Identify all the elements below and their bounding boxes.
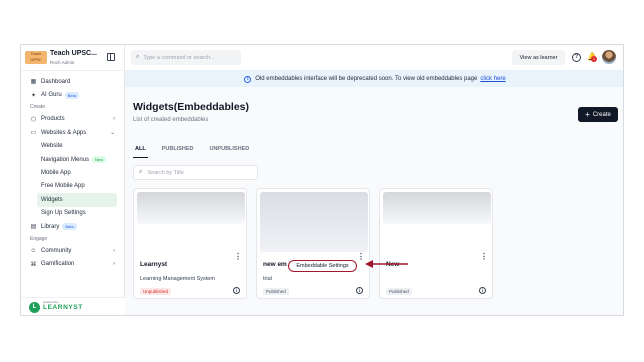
info-icon[interactable]: i — [479, 287, 486, 294]
help-icon[interactable]: ? — [572, 53, 581, 62]
new-badge: New — [92, 156, 107, 164]
sidebar: Teach UPSC Teach UPSC... Roch Admin ▦ Da… — [21, 45, 125, 315]
school-logo: Teach UPSC — [25, 51, 47, 64]
search-icon: ⌕ — [139, 169, 143, 175]
sidebar-subitem-label: Website — [41, 143, 63, 150]
sidebar-item-library[interactable]: ▤ Library Beta — [21, 220, 125, 233]
status-badge: Unpublished — [140, 288, 172, 295]
box-icon: ⬡ — [30, 116, 37, 123]
command-search-placeholder: Type a command or search... — [143, 54, 215, 61]
section-label-engage: Engage — [30, 235, 48, 242]
sidebar-item-community[interactable]: ☺ Community › — [21, 244, 125, 257]
top-bar: ⌕ Type a command or search... View as le… — [125, 45, 623, 71]
annotation-arrow-icon — [365, 260, 408, 268]
sidebar-subitem-sign-up-settings[interactable]: Sign Up Settings — [21, 207, 117, 220]
sidebar-subitem-label: Navigation Menus — [41, 156, 90, 163]
main-content: Widgets(Embeddables) List of created emb… — [125, 87, 623, 315]
filter-tabs: ALL PUBLISHED UNPUBLISHED — [133, 144, 263, 158]
embeddable-settings-menu-item[interactable]: Embeddable Settings — [288, 260, 357, 272]
sidebar-subitem-navigation-menus[interactable]: Navigation Menus New — [21, 153, 117, 166]
notification-badge: 1 — [591, 56, 597, 62]
monitor-icon: ▭ — [30, 130, 37, 137]
sidebar-subitem-label: Sign Up Settings — [41, 210, 86, 217]
more-options-icon[interactable]: ⋮ — [480, 253, 488, 261]
sidebar-footer: L powered by LEARNYST — [21, 297, 125, 315]
widget-card[interactable]: new em ⋮ Embeddable Settings trial Publi… — [256, 188, 370, 299]
sidebar-item-label: Websites & Apps — [41, 129, 87, 136]
card-description: trial — [263, 276, 272, 282]
library-icon: ▤ — [30, 224, 37, 231]
sparkle-icon: ✦ — [30, 92, 37, 99]
card-title: new em — [263, 261, 287, 268]
status-badge: Published — [263, 288, 289, 295]
chevron-right-icon: › — [113, 261, 115, 268]
chevron-down-icon: ⌄ — [109, 130, 115, 137]
card-title: Learnyst — [140, 261, 168, 268]
plus-icon: + — [585, 109, 590, 119]
search-by-title-placeholder: Search by Title — [147, 169, 184, 176]
dashboard-icon: ▦ — [30, 79, 37, 86]
sidebar-subitem-website[interactable]: Website — [21, 140, 117, 153]
view-as-learner-button[interactable]: View as learner — [512, 50, 565, 65]
widget-card[interactable]: New ⋮ Published i — [379, 188, 493, 299]
app-window: Teach UPSC Teach UPSC... Roch Admin ▦ Da… — [20, 44, 624, 316]
status-badge: Published — [386, 288, 412, 295]
card-description: Learning Management System — [140, 276, 215, 282]
sidebar-item-label: AI Guru — [41, 92, 62, 99]
card-thumbnail — [137, 192, 245, 224]
page-subtitle: List of created embeddables — [133, 117, 209, 123]
sidebar-item-products[interactable]: ⬡ Products › — [21, 113, 125, 126]
school-title: Teach UPSC... — [50, 50, 97, 57]
banner-link[interactable]: click here — [480, 76, 505, 82]
learnyst-wordmark: LEARNYST — [43, 304, 83, 311]
more-options-icon[interactable]: ⋮ — [234, 253, 242, 261]
search-icon: ⌕ — [136, 54, 140, 60]
sidebar-item-gamification[interactable]: ⌘ Gamification › — [21, 258, 125, 271]
sidebar-subitem-label: Free Mobile App — [41, 183, 85, 190]
info-icon[interactable]: i — [233, 287, 240, 294]
beta-badge: Beta — [64, 91, 79, 99]
page-title: Widgets(Embeddables) — [133, 101, 250, 113]
sidebar-item-label: Dashboard — [41, 78, 71, 85]
card-thumbnail — [260, 192, 368, 252]
sidebar-item-label: Gamification — [41, 261, 75, 268]
gamepad-icon: ⌘ — [30, 261, 37, 268]
command-search-input[interactable]: ⌕ Type a command or search... — [131, 50, 241, 65]
tab-unpublished[interactable]: UNPUBLISHED — [207, 144, 251, 158]
info-icon: i — [244, 75, 252, 83]
search-by-title-input[interactable]: ⌕ Search by Title — [133, 165, 258, 180]
learnyst-logo-icon: L — [29, 302, 40, 313]
community-icon: ☺ — [30, 247, 37, 254]
sidebar-item-ai-guru[interactable]: ✦ AI Guru Beta — [21, 88, 125, 101]
sidebar-item-dashboard[interactable]: ▦ Dashboard — [21, 75, 125, 88]
create-button-label: Create — [592, 111, 611, 118]
sidebar-item-label: Products — [41, 116, 65, 123]
create-button[interactable]: + Create — [578, 107, 618, 122]
card-thumbnail — [383, 192, 491, 224]
sidebar-subitem-widgets[interactable]: Widgets — [37, 193, 117, 207]
chevron-right-icon: › — [113, 247, 115, 254]
school-role: Roch Admin — [50, 60, 75, 65]
sidebar-subitem-label: Mobile App — [41, 170, 71, 177]
brand-header[interactable]: Teach UPSC Teach UPSC... Roch Admin — [21, 45, 125, 71]
tab-published[interactable]: PUBLISHED — [160, 144, 196, 158]
avatar[interactable] — [602, 50, 616, 64]
widget-card[interactable]: Learnyst ⋮ Learning Management System Un… — [133, 188, 247, 299]
info-icon[interactable]: i — [356, 287, 363, 294]
section-label-create: Create — [30, 104, 46, 111]
sidebar-item-label: Community — [41, 247, 72, 254]
sidebar-item-label: Library — [41, 223, 60, 230]
sidebar-subitem-label: Widgets — [41, 196, 63, 203]
sidebar-subitem-free-mobile-app[interactable]: Free Mobile App — [21, 180, 117, 193]
deprecation-banner: i Old embeddables interface will be depr… — [125, 71, 623, 87]
sidebar-nav: ▦ Dashboard ✦ AI Guru Beta Create ⬡ Prod… — [21, 75, 125, 271]
tab-all[interactable]: ALL — [133, 144, 148, 158]
sidebar-item-websites-apps[interactable]: ▭ Websites & Apps ⌄ — [21, 126, 125, 139]
sidebar-subitem-mobile-app[interactable]: Mobile App — [21, 166, 117, 179]
beta-badge: Beta — [62, 223, 77, 231]
banner-text: Old embeddables interface will be deprec… — [255, 76, 478, 82]
chevron-right-icon: › — [113, 116, 115, 123]
sidebar-collapse-icon[interactable] — [107, 53, 115, 61]
